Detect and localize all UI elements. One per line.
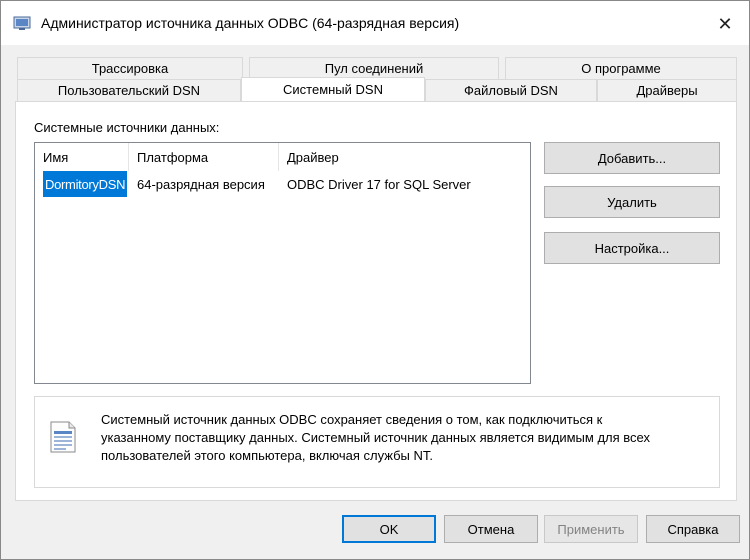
system-data-sources-label: Системные источники данных:	[34, 120, 220, 135]
cancel-button[interactable]: Отмена	[444, 515, 538, 543]
odbc-admin-window: Администратор источника данных ODBC (64-…	[0, 0, 750, 560]
tab-tracing[interactable]: Трассировка	[17, 57, 243, 79]
dsn-driver-cell: ODBC Driver 17 for SQL Server	[287, 176, 471, 192]
tab-drivers[interactable]: Драйверы	[597, 79, 737, 101]
add-button[interactable]: Добавить...	[544, 142, 720, 174]
cancel-button-label: Отмена	[467, 521, 515, 537]
info-line-1: Системный источник данных ODBC сохраняет…	[101, 412, 603, 427]
column-header-platform-label: Платформа	[137, 149, 209, 165]
ok-button[interactable]: OK	[342, 515, 436, 543]
remove-button[interactable]: Удалить	[544, 186, 720, 218]
dsn-list-header: Имя Платформа Драйвер	[35, 143, 530, 171]
column-header-driver-label: Драйвер	[287, 149, 339, 165]
remove-button-label: Удалить	[607, 194, 657, 210]
tab-system-dsn[interactable]: Системный DSN	[241, 77, 425, 101]
tab-file-dsn-label: Файловый DSN	[464, 83, 558, 98]
tab-tracing-label: Трассировка	[91, 61, 169, 76]
column-header-name[interactable]: Имя	[35, 143, 129, 171]
column-header-driver[interactable]: Драйвер	[279, 143, 530, 171]
tab-user-dsn-label: Пользовательский DSN	[57, 83, 201, 98]
dsn-list[interactable]: Имя Платформа Драйвер DormitoryDSN 64-ра…	[34, 142, 531, 384]
info-line-3: пользователей этого компьютера, включая …	[101, 448, 433, 463]
table-row[interactable]: DormitoryDSN 64-разрядная версия ODBC Dr…	[35, 171, 530, 197]
dsn-platform-cell: 64-разрядная версия	[137, 176, 265, 192]
tab-user-dsn[interactable]: Пользовательский DSN	[17, 79, 241, 101]
configure-button[interactable]: Настройка...	[544, 232, 720, 264]
configure-button-label: Настройка...	[594, 240, 670, 256]
odbc-app-icon	[13, 16, 31, 30]
tab-about-label: О программе	[581, 61, 661, 76]
tab-connection-pool-label: Пул соединений	[324, 61, 424, 76]
document-database-icon	[50, 421, 76, 453]
tab-drivers-label: Драйверы	[636, 83, 698, 98]
apply-button-label: Применить	[557, 521, 625, 537]
info-box: Системный источник данных ODBC сохраняет…	[34, 396, 720, 488]
tab-about[interactable]: О программе	[505, 57, 737, 79]
close-button[interactable]: ✕	[705, 9, 745, 39]
column-header-platform[interactable]: Платформа	[129, 143, 279, 171]
column-header-name-label: Имя	[43, 149, 69, 165]
tab-connection-pool[interactable]: Пул соединений	[249, 57, 499, 79]
dsn-name-cell[interactable]: DormitoryDSN	[43, 171, 128, 197]
info-description: Системный источник данных ODBC сохраняет…	[101, 411, 711, 465]
tab-file-dsn[interactable]: Файловый DSN	[425, 79, 597, 101]
close-icon: ✕	[717, 13, 733, 34]
system-dsn-panel: Системные источники данных: Имя Платформ…	[15, 101, 737, 501]
help-button-label: Справка	[667, 521, 719, 537]
info-line-2: указанному поставщику данных. Системный …	[101, 430, 650, 445]
apply-button[interactable]: Применить	[544, 515, 638, 543]
window-title: Администратор источника данных ODBC (64-…	[41, 15, 460, 31]
help-button[interactable]: Справка	[646, 515, 740, 543]
tab-system-dsn-label: Системный DSN	[283, 82, 383, 97]
add-button-label: Добавить...	[597, 150, 667, 166]
ok-button-label: OK	[379, 521, 399, 537]
title-bar[interactable]: Администратор источника данных ODBC (64-…	[1, 1, 749, 45]
